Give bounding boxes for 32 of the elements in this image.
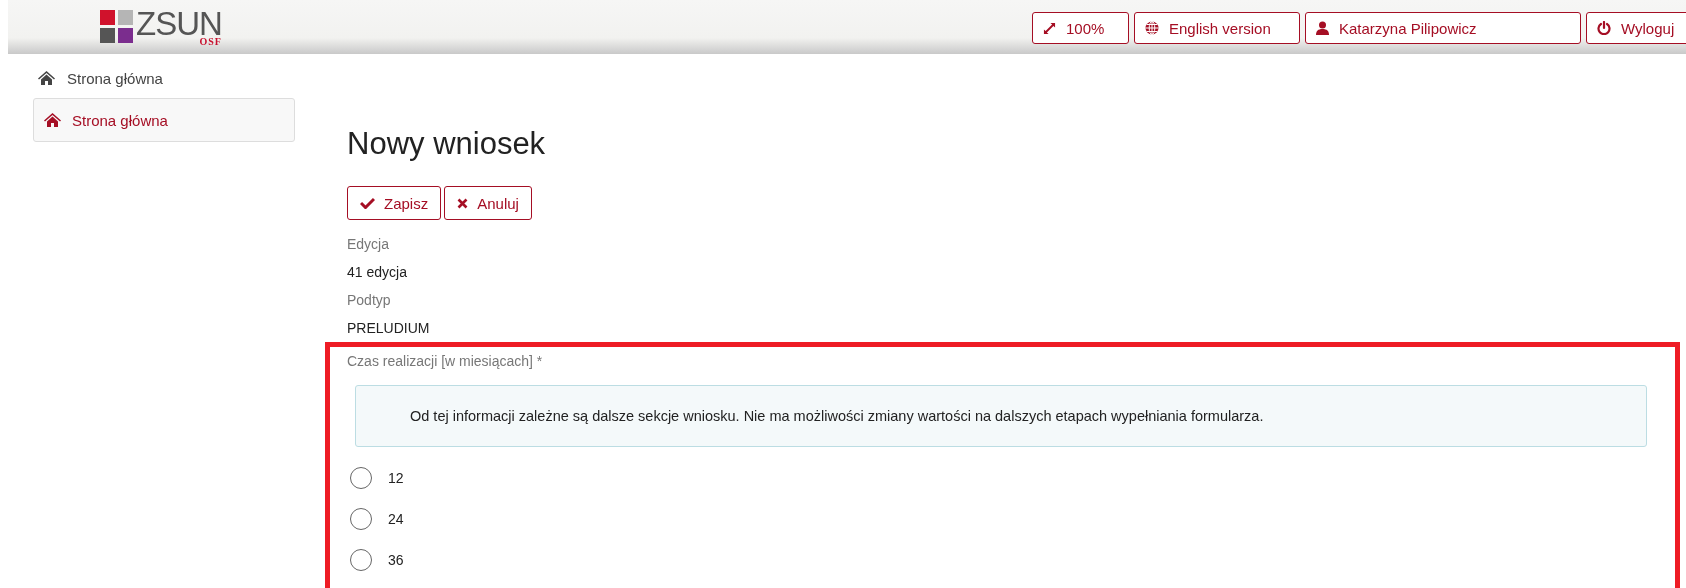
option-label: 36	[388, 551, 404, 568]
option-label: 24	[388, 510, 404, 527]
home-icon	[44, 113, 61, 127]
logout-button[interactable]: Wyloguj	[1586, 12, 1686, 44]
option-label: 12	[388, 469, 404, 486]
language-button[interactable]: English version	[1134, 12, 1300, 44]
check-icon	[360, 197, 375, 209]
sidebar-item[interactable]: Strona główna	[34, 99, 294, 141]
field-value: 41 edycja	[347, 263, 408, 282]
logo-text: ZSUN	[136, 10, 222, 37]
page-title: Nowy wniosek	[347, 125, 547, 163]
radio-button[interactable]	[350, 548, 372, 571]
zoom-button[interactable]: 100%	[1032, 12, 1129, 44]
expand-icon	[1043, 21, 1056, 35]
field-label: Edycja	[347, 235, 391, 254]
user-button[interactable]: Katarzyna Pilipowicz	[1305, 12, 1581, 44]
user-icon	[1316, 21, 1329, 35]
save-button[interactable]: Zapisz	[347, 186, 442, 220]
power-icon	[1597, 21, 1611, 35]
logo-icon	[100, 10, 134, 44]
radio-button[interactable]	[350, 507, 372, 530]
info-text: Od tej informacji zależne są dalsze sekcje wniosku. Nie ma możliwości zmiany wartości na dalszych etapach wypełniania formularza.	[410, 408, 1264, 424]
cancel-button[interactable]: Anuluj	[444, 186, 532, 220]
radio-button[interactable]	[350, 466, 372, 489]
close-icon	[457, 197, 469, 209]
field-label: Czas realizacji [w miesiącach] *	[347, 352, 544, 371]
globe-icon	[1145, 21, 1159, 35]
breadcrumb-link[interactable]: Strona główna	[67, 69, 163, 87]
logo-subtext: OSF	[199, 37, 222, 46]
field-label: Podtyp	[347, 291, 392, 310]
field-value: PRELUDIUM	[347, 319, 431, 338]
home-icon	[38, 71, 55, 85]
